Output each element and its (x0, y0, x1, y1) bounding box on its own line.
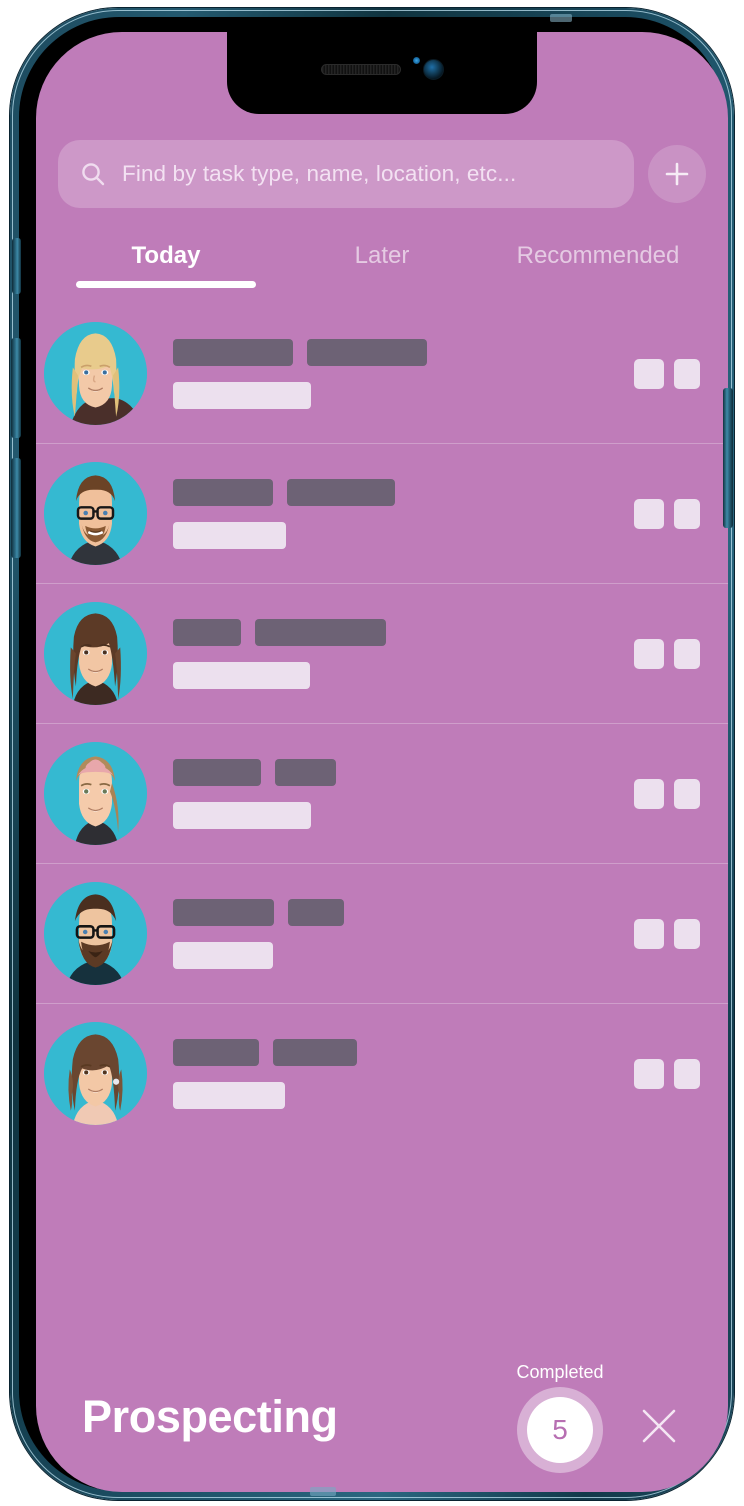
phone-screen: Find by task type, name, location, etc..… (36, 32, 728, 1492)
task-action-button[interactable] (634, 638, 664, 669)
volume-up-button[interactable] (11, 338, 21, 438)
tab-today-label: Today (131, 242, 201, 269)
task-title-bars (173, 338, 634, 366)
placeholder-bar-secondary (173, 1081, 285, 1109)
page-title: Prospecting (82, 1391, 338, 1442)
task-content-placeholders (147, 758, 634, 829)
task-title-bars (173, 758, 634, 786)
bottom-action-bar: Prospecting Completed 5 (36, 1342, 728, 1492)
placeholder-bar (307, 338, 427, 366)
task-action-buttons (634, 638, 706, 669)
blonde-woman-avatar[interactable] (44, 322, 147, 425)
front-camera-icon (422, 58, 444, 80)
tab-later[interactable]: Later (274, 242, 490, 288)
task-row[interactable] (36, 444, 728, 584)
task-action-button[interactable] (634, 778, 664, 809)
placeholder-bar-secondary (173, 801, 311, 829)
task-action-buttons (634, 498, 706, 529)
task-action-buttons (634, 918, 706, 949)
placeholder-bar (173, 478, 273, 506)
task-action-buttons (634, 778, 706, 809)
placeholder-bar (288, 898, 344, 926)
task-action-button[interactable] (674, 358, 700, 389)
task-title-bars (173, 1038, 634, 1066)
task-action-buttons (634, 1058, 706, 1089)
wavy-hair-woman-avatar[interactable] (44, 1022, 147, 1125)
placeholder-bar-secondary (173, 941, 273, 969)
task-row[interactable] (36, 724, 728, 864)
close-button[interactable] (632, 1399, 686, 1453)
power-button[interactable] (723, 388, 733, 528)
placeholder-bar-secondary (173, 521, 286, 549)
task-action-button[interactable] (674, 498, 700, 529)
task-content-placeholders (147, 618, 634, 689)
completed-label: Completed (516, 1361, 604, 1382)
phone-device-frame: Find by task type, name, location, etc..… (10, 8, 734, 1500)
headband-woman-avatar[interactable] (44, 742, 147, 845)
task-action-button[interactable] (674, 1058, 700, 1089)
speaker-grille-icon (320, 63, 401, 75)
tab-today[interactable]: Today (58, 242, 274, 288)
placeholder-bar-secondary (173, 661, 310, 689)
close-icon (642, 1409, 676, 1443)
placeholder-bar-secondary (173, 381, 311, 409)
add-task-button[interactable] (648, 145, 706, 203)
task-content-placeholders (147, 1038, 634, 1109)
search-row: Find by task type, name, location, etc..… (58, 140, 706, 208)
antenna-band-top (550, 14, 572, 22)
task-content-placeholders (147, 898, 634, 969)
tab-recommended[interactable]: Recommended (490, 242, 706, 288)
task-title-bars (173, 898, 634, 926)
placeholder-bar (173, 338, 293, 366)
task-action-button[interactable] (634, 918, 664, 949)
app-content: Find by task type, name, location, etc..… (36, 32, 728, 1492)
task-action-button[interactable] (634, 498, 664, 529)
placeholder-bar (173, 1038, 259, 1066)
placeholder-bar (255, 618, 386, 646)
volume-down-button[interactable] (11, 458, 21, 558)
tab-later-label: Later (354, 242, 410, 269)
placeholder-bar (273, 1038, 357, 1066)
task-row[interactable] (36, 584, 728, 724)
placeholder-bar (173, 618, 241, 646)
placeholder-bar (173, 898, 274, 926)
tab-active-indicator (76, 281, 256, 288)
task-action-button[interactable] (634, 358, 664, 389)
bearded-man-glasses-avatar[interactable] (44, 462, 147, 565)
task-row[interactable] (36, 1004, 728, 1143)
display-notch (227, 32, 537, 114)
silent-switch-button[interactable] (12, 238, 21, 294)
task-action-button[interactable] (674, 918, 700, 949)
task-action-button[interactable] (634, 1058, 664, 1089)
brunette-woman-avatar[interactable] (44, 602, 147, 705)
task-title-bars (173, 618, 634, 646)
placeholder-bar (275, 758, 336, 786)
bearded-man-dark-avatar[interactable] (44, 882, 147, 985)
task-content-placeholders (147, 478, 634, 549)
tab-recommended-label: Recommended (516, 242, 680, 269)
task-action-button[interactable] (674, 638, 700, 669)
completed-ring: 5 (517, 1386, 603, 1473)
completed-count: 5 (552, 1413, 568, 1445)
placeholder-bar (173, 758, 261, 786)
plus-icon (665, 162, 689, 186)
task-action-button[interactable] (674, 778, 700, 809)
placeholder-bar (287, 478, 395, 506)
task-row[interactable] (36, 864, 728, 1004)
task-action-buttons (634, 358, 706, 389)
completed-counter[interactable]: Completed 5 (508, 1362, 612, 1473)
tab-bar: Today Later Recommended (58, 242, 706, 288)
completed-circle: 5 (527, 1396, 593, 1463)
search-input[interactable]: Find by task type, name, location, etc..… (58, 140, 634, 208)
search-icon (82, 163, 105, 186)
task-title-bars (173, 478, 634, 506)
search-placeholder-text: Find by task type, name, location, etc..… (122, 161, 517, 186)
task-list (36, 304, 728, 1143)
task-content-placeholders (147, 338, 634, 409)
antenna-band-bottom (310, 1487, 336, 1496)
task-row[interactable] (36, 304, 728, 444)
